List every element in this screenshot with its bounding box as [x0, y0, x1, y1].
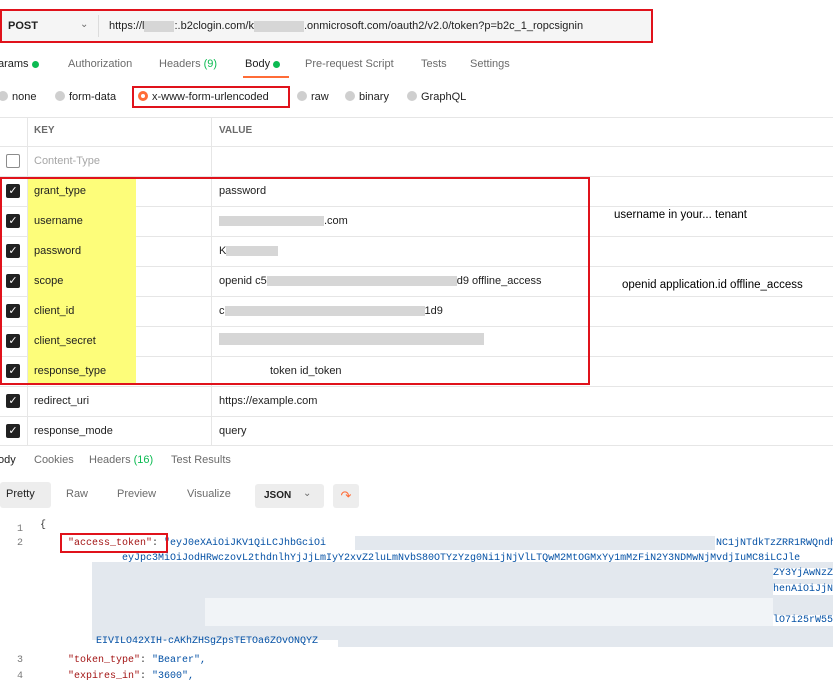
response-tab-cookies[interactable]: Cookies	[34, 454, 74, 466]
radio-label: GraphQL	[421, 91, 467, 103]
view-visualize-button[interactable]: Visualize	[187, 488, 231, 500]
tab-body[interactable]: Body	[245, 58, 281, 70]
redacted	[144, 20, 175, 32]
key-input[interactable]: response_mode	[34, 425, 113, 437]
value-input[interactable]: query	[219, 425, 247, 437]
tab-label: Body	[245, 58, 271, 70]
chevron-down-icon[interactable]: ⌄	[80, 19, 88, 30]
status-dot	[31, 60, 39, 68]
json-value: ZY3YjAwNzZ	[773, 568, 833, 579]
json-line: "token_type": "Bearer",	[68, 655, 207, 666]
method-select[interactable]: POST	[8, 20, 38, 32]
radio-label: binary	[359, 91, 389, 103]
request-bar: POST ⌄ https://l :.b2clogin.com/k .onmicro…	[0, 9, 653, 43]
radio-graphql[interactable]: GraphQL	[407, 91, 466, 103]
response-tab-test-results[interactable]: Test Results	[171, 454, 231, 466]
json-value: "3600",	[152, 671, 195, 682]
highlight-box	[60, 533, 168, 553]
tab-label: Headers	[89, 454, 131, 466]
line-number: 1	[17, 524, 24, 535]
radio-icon	[297, 91, 307, 102]
highlight-box	[0, 177, 590, 385]
url-part: .onmicrosoft.com/oauth2/v2.0/token?p=b2c…	[303, 20, 584, 32]
table-divider	[0, 416, 833, 417]
tab-count: (16)	[133, 454, 154, 466]
tab-label: Headers	[159, 58, 201, 70]
radio-raw[interactable]: raw	[297, 91, 329, 103]
json-line: "expires_in": "3600",	[68, 671, 195, 682]
line-number: 4	[17, 671, 24, 682]
view-pretty-button[interactable]: Pretty	[6, 488, 35, 500]
json-value: "Bearer",	[152, 655, 207, 666]
radio-label: form-data	[69, 91, 117, 103]
tab-headers[interactable]: Headers (9)	[159, 58, 217, 70]
format-select[interactable]: JSON ⌄	[255, 484, 324, 508]
status-dot	[273, 60, 281, 68]
table-divider	[0, 117, 833, 118]
key-input[interactable]: Content-Type	[34, 155, 100, 167]
json-key: "token_type"	[68, 655, 141, 666]
radio-form-data[interactable]: form-data	[55, 91, 116, 103]
redacted	[205, 598, 773, 626]
view-raw-button[interactable]: Raw	[66, 488, 88, 500]
table-divider	[0, 146, 833, 147]
format-label: JSON	[264, 490, 292, 501]
wrap-lines-icon[interactable]: ↷	[333, 484, 359, 508]
table-divider	[0, 386, 833, 387]
divider	[98, 15, 99, 37]
tab-authorization[interactable]: Authorization	[68, 58, 132, 70]
url-part: :.b2clogin.com/k	[174, 20, 254, 32]
json-brace: {	[40, 520, 47, 531]
response-tab-body[interactable]: ody	[0, 454, 16, 466]
tab-params[interactable]: arams	[0, 58, 39, 70]
json-value: NC1jNTdkTzZRR1RWQndh	[716, 538, 833, 549]
value-header: VALUE	[219, 125, 253, 136]
json-key: "expires_in"	[68, 671, 141, 682]
line-number: 2	[17, 538, 24, 549]
radio-icon	[345, 91, 355, 102]
tab-settings[interactable]: Settings	[470, 58, 510, 70]
tab-pre-request-script[interactable]: Pre-request Script	[305, 58, 394, 70]
redacted	[338, 634, 833, 647]
view-preview-button[interactable]: Preview	[117, 488, 156, 500]
annotation-scope: openid application.id offline_access	[622, 279, 803, 291]
checkbox[interactable]: ✓	[6, 394, 20, 408]
checkbox[interactable]: ✓	[6, 424, 20, 438]
json-value: "eyJ0eXAiOiJKV1QiLCJhbGciOi	[164, 538, 327, 549]
value-input[interactable]: https://example.com	[219, 395, 317, 407]
json-value: lO7i25rW55	[773, 615, 833, 626]
url-prefix: https://l	[109, 20, 145, 32]
highlight-box	[132, 86, 290, 108]
url-input[interactable]: https://l :.b2clogin.com/k .onmicrosoft.co…	[109, 20, 583, 32]
key-input[interactable]: redirect_uri	[34, 395, 89, 407]
radio-icon	[55, 91, 65, 102]
radio-icon	[0, 91, 8, 102]
radio-none[interactable]: none	[0, 91, 36, 103]
json-value: henAiOiJjN	[773, 584, 833, 595]
active-tab-indicator	[243, 76, 289, 78]
key-header: KEY	[34, 125, 55, 136]
chevron-down-icon: ⌄	[303, 488, 312, 499]
redacted	[355, 536, 715, 550]
redacted	[253, 20, 304, 32]
radio-label: none	[12, 91, 37, 103]
tab-label: arams	[0, 58, 29, 70]
line-number: 3	[17, 655, 24, 666]
response-tab-headers[interactable]: Headers (16)	[89, 454, 153, 466]
json-value: EIVILO42XIH-cAKhZHSgZpsTETOa6ZOvONQYZ	[96, 636, 319, 647]
radio-binary[interactable]: binary	[345, 91, 389, 103]
tab-count: (9)	[203, 58, 218, 70]
tab-tests[interactable]: Tests	[421, 58, 447, 70]
table-divider	[0, 445, 833, 446]
radio-icon	[407, 91, 417, 102]
annotation-username: username in your... tenant	[614, 209, 747, 221]
radio-label: raw	[311, 91, 329, 103]
checkbox[interactable]	[6, 154, 20, 168]
